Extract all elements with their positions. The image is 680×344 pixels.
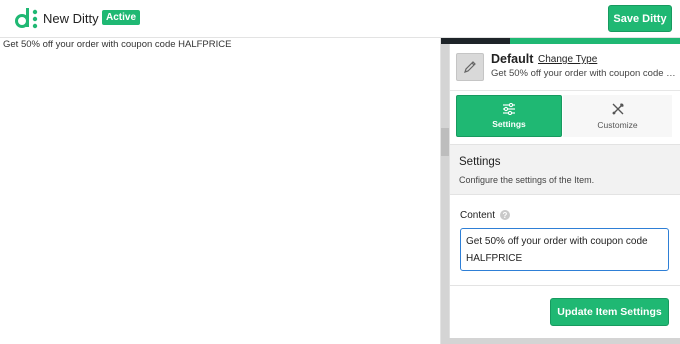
item-summary: Get 50% off your order with coupon code … (491, 68, 676, 79)
ditty-title[interactable]: New Ditty (43, 11, 99, 26)
settings-title: Settings (459, 156, 501, 168)
pencil-icon (464, 61, 476, 73)
ditty-logo-icon[interactable] (14, 6, 40, 30)
content-textarea[interactable]: Get 50% off your order with coupon code … (460, 228, 669, 271)
preview-text: Get 50% off your order with coupon code … (3, 39, 232, 50)
divider (450, 285, 680, 286)
tab-customize-label: Customize (597, 120, 638, 130)
item-type-button[interactable] (456, 53, 484, 81)
settings-section: Settings Configure the settings of the I… (450, 144, 680, 195)
top-bar: New Ditty Active Save Ditty (0, 0, 680, 38)
help-icon[interactable]: ? (500, 210, 510, 220)
change-type-link[interactable]: Change Type (538, 54, 597, 65)
status-badge: Active (102, 10, 141, 25)
panel-scroll-indicator[interactable] (441, 128, 449, 156)
content-label: Content (460, 210, 496, 221)
panel-tabs: Settings Customize (456, 95, 672, 137)
settings-description: Configure the settings of the Item. (459, 175, 595, 185)
brush-ruler-icon (612, 103, 624, 115)
tab-settings[interactable]: Settings (456, 95, 562, 137)
item-editor-card: Default Change Type Get 50% off your ord… (449, 44, 680, 338)
save-ditty-button[interactable]: Save Ditty (608, 5, 672, 32)
ditty-editor: New Ditty Active Save Ditty Get 50% off … (0, 0, 680, 344)
sliders-icon (503, 103, 515, 115)
update-item-settings-button[interactable]: Update Item Settings (550, 298, 669, 326)
ditty-preview: Get 50% off your order with coupon code … (0, 38, 441, 344)
item-name: Default (491, 52, 534, 66)
tab-settings-label: Settings (492, 119, 526, 129)
item-header: Default Change Type Get 50% off your ord… (450, 44, 680, 91)
tab-customize[interactable]: Customize (563, 95, 672, 137)
